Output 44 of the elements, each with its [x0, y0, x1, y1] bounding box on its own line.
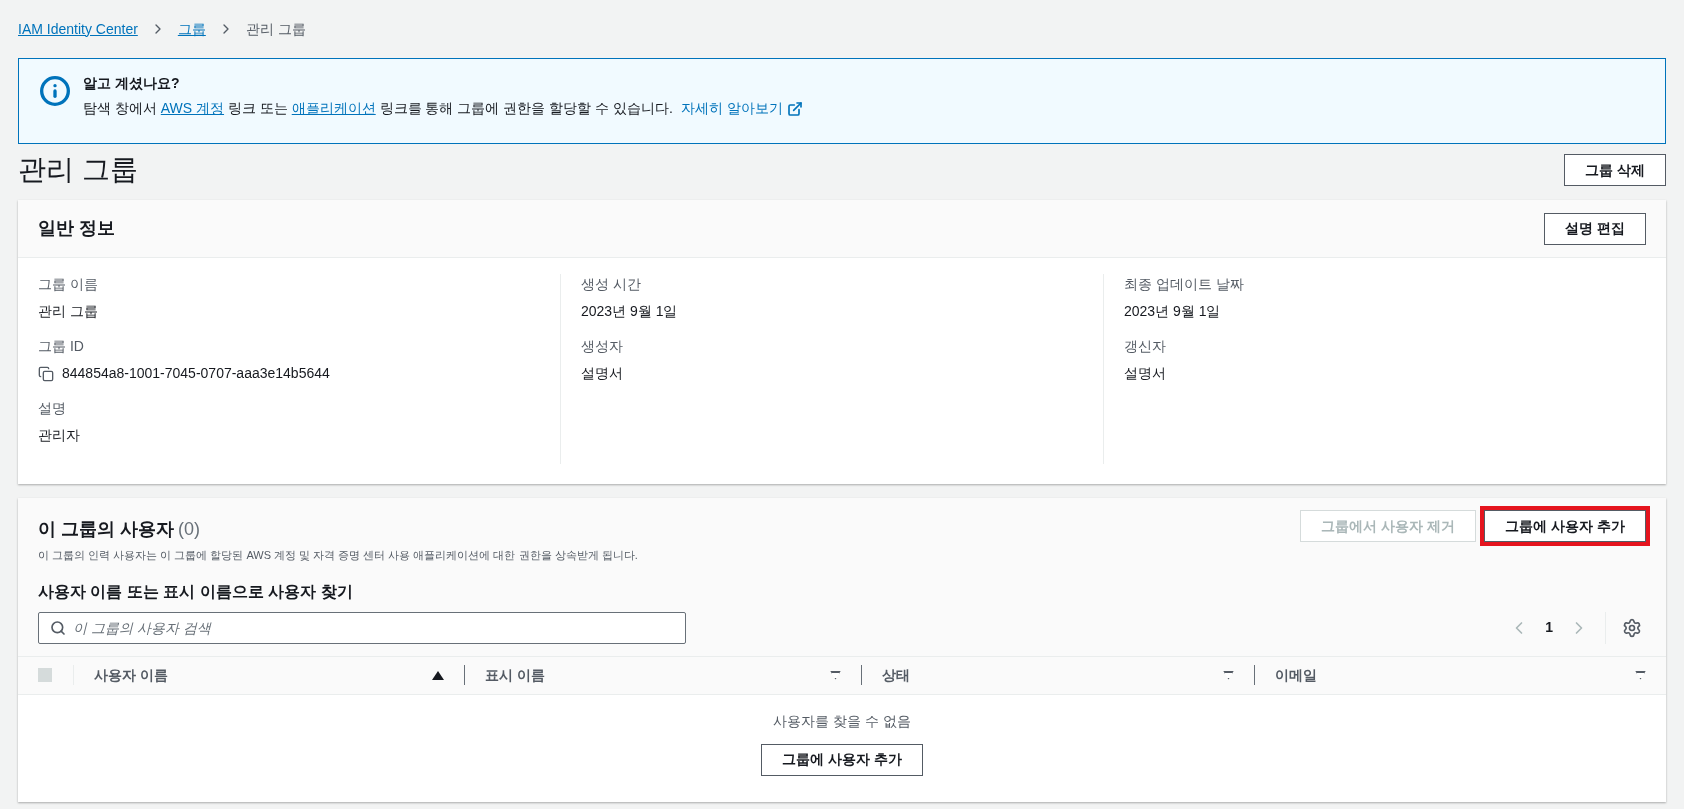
column-header[interactable]: 표시 이름 [465, 664, 861, 686]
banner-link[interactable]: 애플리케이션 [291, 100, 376, 116]
field-label: 그룹 이름 [38, 275, 99, 294]
users-title: 이 그룹의 사용자 [38, 518, 174, 541]
banner-link[interactable]: AWS 계정 [160, 100, 225, 116]
field-value: 설명서 [1124, 364, 1166, 383]
field-label: 생성자 [581, 337, 624, 356]
breadcrumb-current: 관리 그룹 [245, 19, 306, 39]
empty-message: 사용자를 찾을 수 없음 [773, 711, 911, 731]
field-label: 최종 업데이트 날짜 [1124, 275, 1245, 294]
delete-group-button[interactable]: 그룹 삭제 [1564, 154, 1666, 186]
card-title: 일반 정보 [38, 217, 115, 240]
field-label: 설명 [38, 399, 67, 418]
edit-description-button[interactable]: 설명 편집 [1544, 212, 1646, 245]
learn-more-link[interactable]: 자세히 알아보기 [680, 98, 783, 119]
field-value: 2023년 9월 1일 [581, 302, 678, 321]
page-title: 관리 그룹 [18, 153, 138, 187]
column-header[interactable]: 이메일 [1255, 664, 1666, 686]
select-all-checkbox[interactable] [38, 668, 52, 682]
search-label: 사용자 이름 또는 표시 이름으로 사용자 찾기 [38, 581, 354, 602]
search-field[interactable]: 이 그룹의 사용자 검색 [38, 611, 686, 644]
field-value: 2023년 9월 1일 [1124, 302, 1221, 321]
breadcrumb-link[interactable]: IAM Identity Center [18, 18, 138, 40]
column-header[interactable]: 상태 [862, 664, 1254, 686]
field-label: 그룹 ID [38, 337, 85, 356]
external-link-icon [786, 100, 803, 117]
search-icon [50, 619, 66, 636]
breadcrumb-link[interactable]: 그룹 [177, 18, 206, 40]
field-value: 관리자 [38, 426, 80, 445]
field-label: 생성 시간 [581, 275, 642, 294]
field-label: 갱신자 [1124, 337, 1167, 356]
banner-text: 탐색 창에서 AWS 계정 링크 또는 애플리케이션 링크를 통해 그룹에 권한을 할당할 수 있습니다. [83, 99, 673, 118]
field-value: 관리 그룹 [38, 302, 98, 321]
copy-icon[interactable] [38, 365, 54, 382]
page-number[interactable]: 1 [1545, 617, 1553, 638]
users-count: (0) [178, 518, 200, 541]
column-header[interactable]: 사용자 이름 [74, 664, 464, 686]
banner-title: 알고 계셨나요? [83, 74, 181, 93]
users-description: 이 그룹의 인력 사용자는 이 그룹에 할당된 AWS 계정 및 자격 증명 센터 사용 애플리케이션에 대한 권한을 상속받게 됩니다. [38, 548, 638, 563]
info-icon [39, 75, 71, 107]
settings-icon[interactable] [1622, 617, 1642, 638]
field-value: 844854a8-1001-7045-0707-aaa3e14b5644 [62, 364, 330, 383]
field-value: 설명서 [581, 364, 623, 383]
empty-add-user-button[interactable]: 그룹에 사용자 추가 [761, 743, 923, 776]
